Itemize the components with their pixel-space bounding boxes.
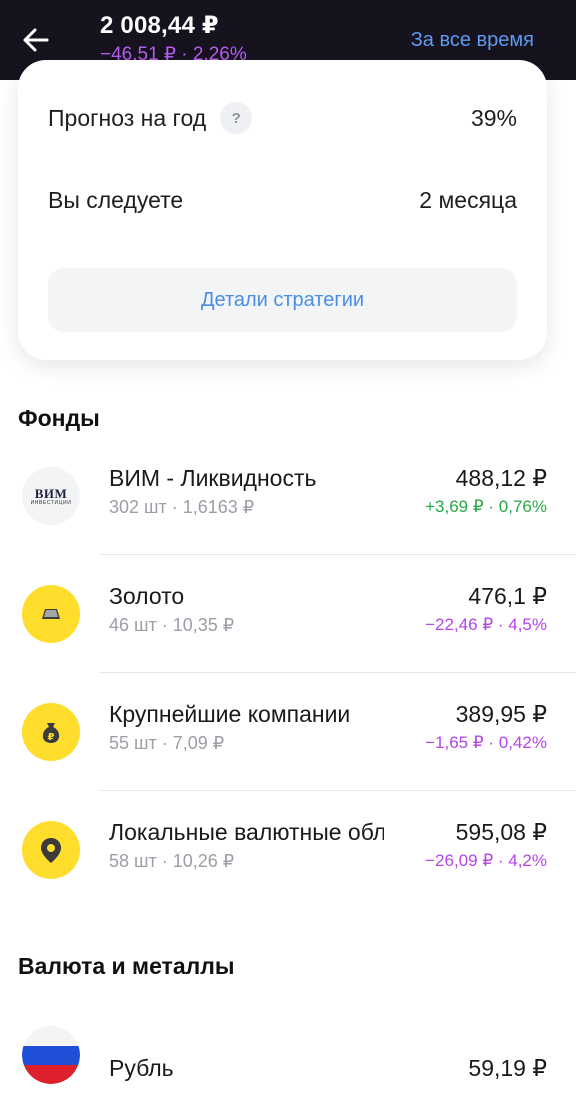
list-item[interactable]: Рубль 59,19 ₽: [0, 1012, 576, 1102]
forecast-label: Прогноз на год: [48, 104, 207, 131]
vim-logo: ВИМ ИНВЕСТИЦИИ: [22, 467, 80, 525]
follow-row: Вы следуете 2 месяца: [48, 182, 517, 218]
asset-quantity: 55 шт · 7,09 ₽: [109, 733, 225, 753]
list-item[interactable]: ₽ Крупнейшие компании 55 шт · 7,09 ₽ 389…: [0, 673, 576, 791]
period-selector-button[interactable]: За все время: [411, 26, 534, 54]
asset-quantity: 58 шт · 10,26 ₽: [109, 851, 235, 871]
asset-price: 476,1 ₽: [468, 583, 547, 609]
arrow-left-icon: [23, 28, 49, 52]
forecast-value: 39%: [470, 104, 517, 131]
funds-section-title: Фонды: [18, 405, 100, 431]
asset-price: 59,19 ₽: [468, 1055, 547, 1081]
follow-label: Вы следуете: [48, 186, 184, 213]
list-item[interactable]: Золото 46 шт · 10,35 ₽ 476,1 ₽ −22,46 ₽ …: [0, 555, 576, 673]
asset-name: Локальные валютные облигации: [109, 819, 384, 845]
money-bag-icon: ₽: [22, 703, 80, 761]
portfolio-value: 2 008,44 ₽: [100, 12, 219, 39]
map-pin-icon: [22, 821, 80, 879]
asset-change: −1,65 ₽ · 0,42%: [425, 733, 547, 752]
currency-section-title: Валюта и металлы: [18, 953, 235, 979]
back-button[interactable]: [12, 16, 60, 64]
asset-price: 389,95 ₽: [455, 701, 547, 727]
svg-text:₽: ₽: [48, 732, 55, 743]
asset-name: Крупнейшие компании: [109, 701, 351, 727]
asset-name: ВИМ - Ликвидность: [109, 465, 317, 491]
russia-flag-icon: [22, 1026, 80, 1084]
follow-value: 2 месяца: [419, 186, 517, 213]
list-item[interactable]: ВИМ ИНВЕСТИЦИИ ВИМ - Ликвидность 302 шт …: [0, 437, 576, 555]
asset-price: 595,08 ₽: [455, 819, 547, 845]
strategy-details-button[interactable]: Детали стратегии: [48, 268, 517, 332]
asset-name: Рубль: [109, 1055, 174, 1081]
strategy-card: Прогноз на год ? 39% Вы следуете 2 месяц…: [18, 60, 547, 360]
forecast-row: Прогноз на год ? 39%: [48, 100, 517, 136]
asset-quantity: 46 шт · 10,35 ₽: [109, 615, 235, 635]
help-icon[interactable]: ?: [220, 102, 253, 134]
asset-price: 488,12 ₽: [455, 465, 547, 491]
gold-bar-icon: [22, 585, 80, 643]
asset-change: −22,46 ₽ · 4,5%: [425, 615, 547, 634]
asset-change: −26,09 ₽ · 4,2%: [425, 851, 547, 870]
asset-quantity: 302 шт · 1,6163 ₽: [109, 497, 255, 517]
asset-change: +3,69 ₽ · 0,76%: [425, 497, 547, 516]
asset-name: Золото: [109, 583, 185, 609]
list-item[interactable]: Локальные валютные облигации 58 шт · 10,…: [0, 791, 576, 909]
